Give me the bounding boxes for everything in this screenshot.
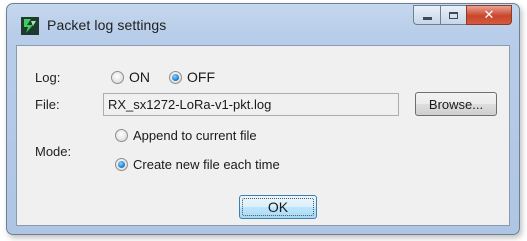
mode-append-radio[interactable] bbox=[115, 129, 128, 142]
focus-rectangle bbox=[242, 198, 314, 216]
log-off-label[interactable]: OFF bbox=[187, 69, 215, 85]
minimize-icon bbox=[422, 16, 432, 20]
maximize-icon bbox=[449, 11, 458, 19]
log-on-label[interactable]: ON bbox=[129, 69, 150, 85]
file-label: File: bbox=[35, 97, 60, 112]
close-icon: ✕ bbox=[483, 7, 495, 23]
ok-button[interactable]: OK bbox=[239, 195, 317, 219]
log-label: Log: bbox=[35, 70, 61, 85]
mode-create-label[interactable]: Create new file each time bbox=[133, 157, 280, 172]
packet-logger-app-icon bbox=[21, 17, 39, 35]
minimize-button[interactable] bbox=[413, 5, 440, 25]
log-off-radio[interactable] bbox=[169, 71, 182, 84]
maximize-button[interactable] bbox=[440, 5, 466, 25]
mode-create-radio[interactable] bbox=[115, 158, 128, 171]
log-on-radio[interactable] bbox=[111, 71, 124, 84]
title-bar[interactable]: Packet log settings ✕ bbox=[7, 4, 519, 44]
dialog-body: Log: ON OFF File: RX_sx1272-LoRa-v1-pkt.… bbox=[16, 45, 510, 226]
file-path-field[interactable]: RX_sx1272-LoRa-v1-pkt.log bbox=[103, 93, 399, 116]
mode-append-label[interactable]: Append to current file bbox=[133, 128, 257, 143]
caption-buttons: ✕ bbox=[413, 5, 512, 25]
close-button[interactable]: ✕ bbox=[466, 5, 512, 25]
browse-button[interactable]: Browse... bbox=[415, 92, 497, 116]
mode-label: Mode: bbox=[35, 144, 72, 159]
window-title: Packet log settings bbox=[47, 17, 167, 33]
browse-button-label: Browse... bbox=[428, 96, 484, 112]
dialog-window: Packet log settings ✕ Log: ON OFF File: … bbox=[6, 3, 520, 235]
